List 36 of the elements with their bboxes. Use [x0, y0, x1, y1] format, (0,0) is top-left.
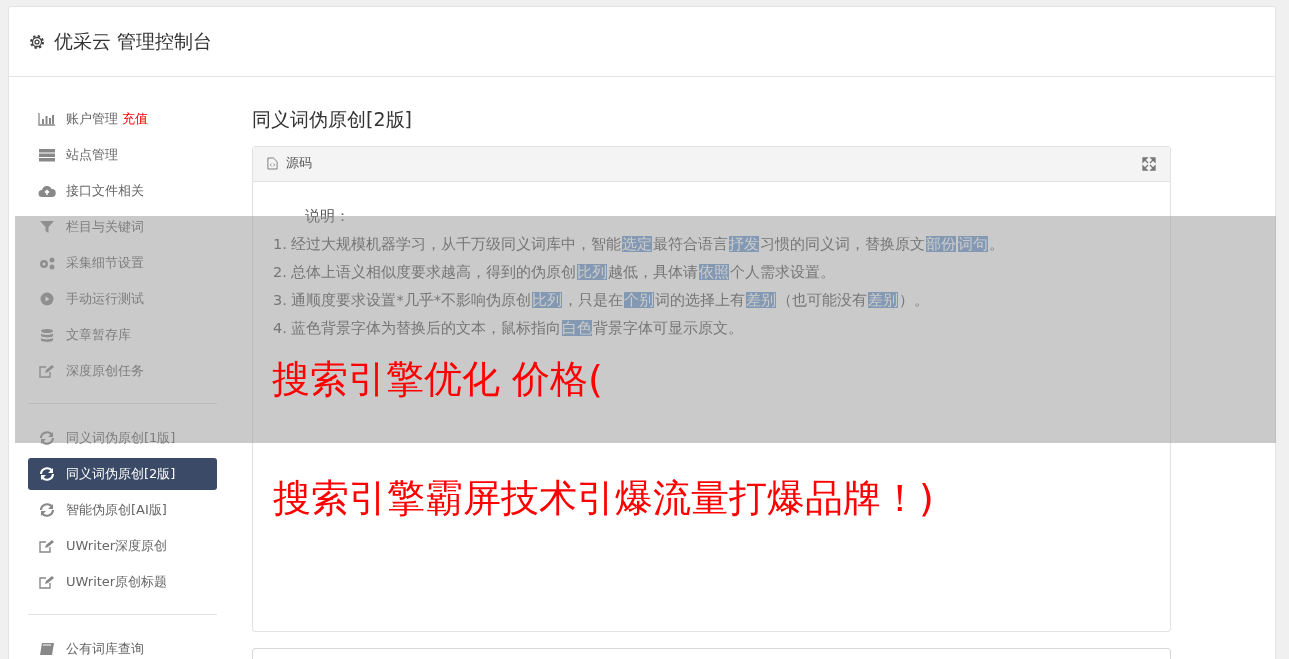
settings-icon [28, 32, 46, 51]
sidebar-item[interactable]: 智能伪原创[AI版] [28, 494, 217, 526]
promo-text: 搜索引擎优化 价格( [272, 356, 603, 403]
cloud-upload-icon [38, 184, 56, 198]
code-file-icon [267, 157, 278, 170]
note-line: 2. 总体上语义相似度要求越高，得到的伪原创 比列越低，具体请依照个人需求设置。 [273, 262, 837, 282]
note-line: 4. 蓝色背景字体为替换后的文本，鼠标指向 白色背景字体可显示原文。 [273, 318, 745, 338]
sidebar-item[interactable]: 同义词伪原创[2版] [28, 458, 217, 490]
promo-text: 搜索引擎霸屏技术引爆流量打爆品牌！) [273, 474, 935, 522]
sidebar-item[interactable]: 账户管理 充值 [28, 103, 217, 135]
server-icon [38, 148, 56, 162]
edit-icon [38, 364, 56, 378]
note-line: 3. 通顺度要求设置*几乎*不影响伪原创 比列，只是在个别词的选择上有差别（也可能没有差别）。 [273, 290, 930, 310]
filter-icon [38, 220, 56, 234]
fullscreen-icon[interactable] [1142, 156, 1156, 171]
chart-icon [38, 112, 56, 126]
note-line: 1. 经过大规模机器学习，从千万级同义词库中，智能选定最符合语言抒发习惯的同义词，替换原文部份词句。 [273, 234, 1006, 254]
edit-icon [38, 539, 56, 553]
database-icon [38, 328, 56, 342]
book-icon [38, 642, 56, 656]
gears-icon [38, 256, 56, 270]
refresh-icon [38, 431, 56, 445]
sidebar-item[interactable]: 接口文件相关 [28, 175, 217, 207]
refresh-icon [38, 467, 56, 481]
sidebar-item[interactable]: UWriter深度原创 [28, 530, 217, 562]
edit-icon [38, 575, 56, 589]
source-tab[interactable]: 源码 [267, 154, 312, 173]
recharge-link[interactable]: 充值 [122, 109, 148, 129]
app-title: 优采云 管理控制台 [54, 29, 213, 55]
refresh-icon [38, 503, 56, 517]
note-heading: 说明： [304, 206, 351, 226]
page-title: 同义词伪原创[2版] [252, 107, 413, 132]
play-icon [38, 292, 56, 306]
sidebar-item[interactable]: UWriter原创标题 [28, 566, 217, 598]
sidebar-item[interactable]: 公有词库查询 [28, 633, 217, 659]
sidebar-item[interactable]: 站点管理 [28, 139, 217, 171]
